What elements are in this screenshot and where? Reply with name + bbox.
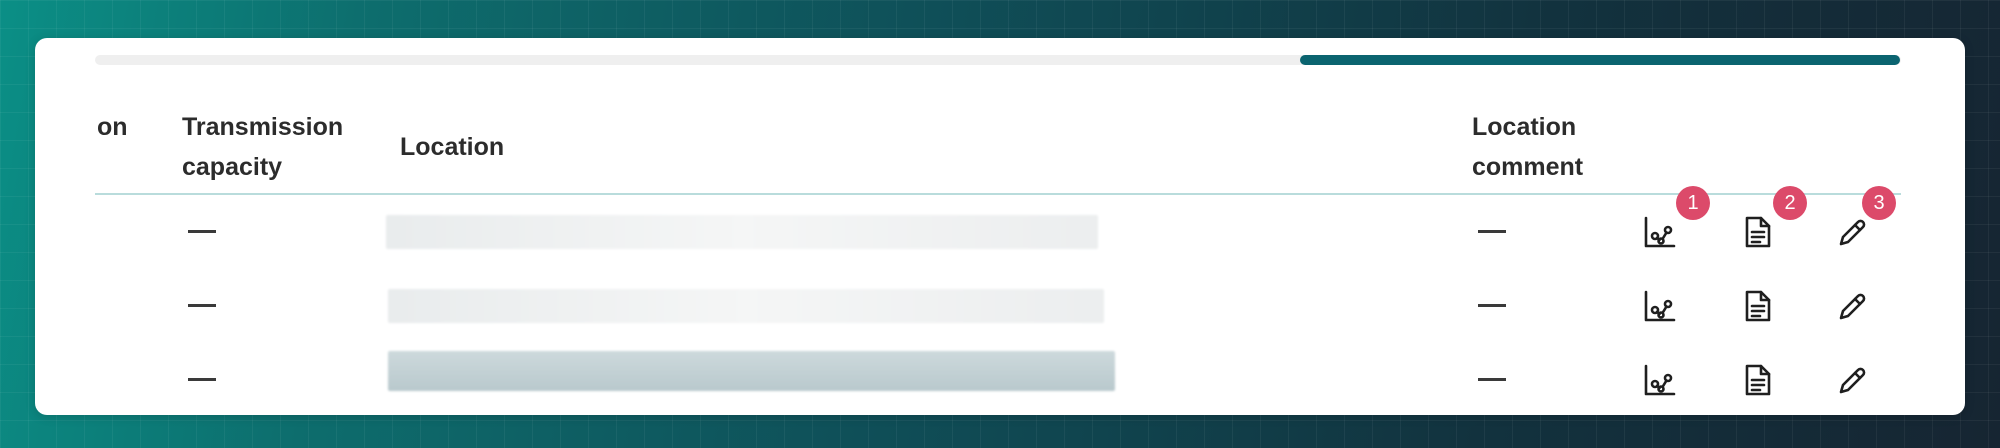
badge-2: 2	[1773, 186, 1807, 220]
column-header-transmission-capacity[interactable]: Transmission capacity	[182, 107, 343, 187]
table-card: on Transmission capacity Location Locati…	[35, 38, 1965, 415]
document-button[interactable]	[1737, 285, 1779, 327]
chart-icon	[1644, 364, 1676, 396]
chart-button[interactable]	[1639, 285, 1681, 327]
pencil-icon	[1839, 367, 1866, 394]
table-row	[95, 343, 1901, 415]
chart-button[interactable]	[1639, 211, 1681, 253]
location-comment-empty	[1478, 378, 1506, 381]
edit-button[interactable]	[1832, 285, 1874, 327]
transmission-capacity-empty	[188, 378, 216, 381]
document-icon	[1745, 364, 1771, 396]
document-icon	[1745, 290, 1771, 322]
column-header-partial[interactable]: on	[97, 107, 128, 147]
edit-button[interactable]	[1832, 211, 1874, 253]
document-button[interactable]	[1737, 359, 1779, 401]
transmission-capacity-empty	[188, 230, 216, 233]
location-comment-empty	[1478, 304, 1506, 307]
transmission-capacity-empty	[188, 304, 216, 307]
location-cell-redacted	[388, 351, 1115, 391]
edit-button[interactable]	[1832, 359, 1874, 401]
badge-3: 3	[1862, 186, 1896, 220]
document-button[interactable]	[1737, 211, 1779, 253]
table-row	[95, 195, 1901, 269]
pencil-icon	[1839, 293, 1866, 320]
document-icon	[1745, 216, 1771, 248]
location-cell-redacted	[386, 215, 1098, 249]
column-header-location[interactable]: Location	[400, 127, 504, 167]
table-row	[95, 269, 1901, 343]
location-comment-empty	[1478, 230, 1506, 233]
horizontal-scrollbar-thumb[interactable]	[1300, 55, 1900, 65]
chart-button[interactable]	[1639, 359, 1681, 401]
pencil-icon	[1839, 219, 1866, 246]
column-header-location-comment[interactable]: Location comment	[1472, 107, 1583, 187]
location-cell-redacted	[388, 289, 1104, 323]
chart-icon	[1644, 290, 1676, 322]
chart-icon	[1644, 216, 1676, 248]
badge-1: 1	[1676, 186, 1710, 220]
